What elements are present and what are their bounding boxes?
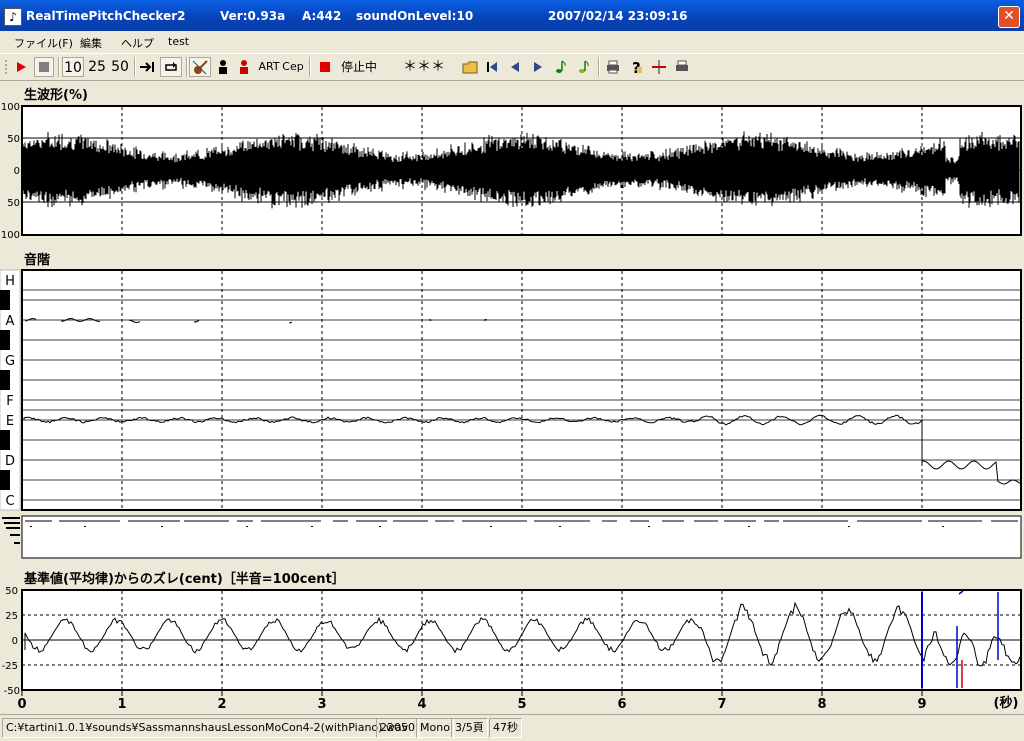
note-dot (942, 526, 944, 527)
dev-tick-50: 50 (5, 586, 18, 597)
note-dot (748, 526, 750, 527)
wave-tick-100-bottom: 100 (1, 230, 20, 241)
time-tick-label: 8 (817, 697, 826, 712)
dev-tick-25: 25 (5, 611, 18, 622)
note-dot (379, 526, 381, 527)
note-label-a: A (6, 314, 15, 329)
time-tick-label: 5 (517, 697, 526, 712)
wave-tick-100-top: 100 (1, 102, 20, 113)
dev-tick-minus-50: -50 (4, 686, 20, 697)
status-channels: Mono (416, 718, 454, 738)
time-tick-label: 4 (417, 697, 426, 712)
note-dot (559, 526, 561, 527)
waveform-y-axis: 100 50 0 50 100 (1, 102, 20, 241)
time-tick-label: 6 (617, 697, 626, 712)
dev-tick-0: 0 (12, 636, 18, 647)
plot-area: 100 50 0 50 100 H A G F E D C 50 25 0 -2… (0, 102, 1022, 712)
time-axis-unit: (秒) (994, 695, 1019, 711)
status-bar: C:¥tartini1.0.1¥sounds¥SassmannshausLess… (0, 714, 1024, 741)
note-dot (848, 526, 850, 527)
time-tick-label: 2 (217, 697, 226, 712)
note-strip-panel[interactable] (21, 515, 1022, 559)
time-axis: 0 1 2 3 4 5 6 7 8 9 (17, 690, 927, 712)
note-label-g: G (5, 354, 15, 369)
dev-tick-minus-25: -25 (2, 661, 18, 672)
scale-panel[interactable] (21, 269, 1022, 511)
time-tick-label: 0 (17, 697, 26, 712)
status-sample-rate: 22050 (376, 718, 419, 738)
note-dot (161, 526, 163, 527)
wave-tick-50-top: 50 (7, 134, 20, 145)
note-dot (246, 526, 248, 527)
time-tick-label: 9 (917, 697, 926, 712)
note-dot (84, 526, 86, 527)
piano-keys: H A G F E D C (0, 269, 21, 511)
status-page: 3/5頁 (451, 718, 488, 738)
note-dot (311, 526, 313, 527)
note-strip-key (2, 517, 20, 544)
deviation-y-axis: 50 25 0 -25 -50 (2, 586, 20, 697)
note-label-h: H (5, 274, 15, 289)
time-tick-label: 1 (117, 697, 126, 712)
wave-tick-0: 0 (14, 166, 20, 177)
note-label-c: C (5, 494, 14, 509)
note-dot (648, 526, 650, 527)
time-tick-label: 3 (317, 697, 326, 712)
status-file-path: C:¥tartini1.0.1¥sounds¥SassmannshausLess… (2, 718, 413, 738)
note-label-d: D (5, 454, 15, 469)
status-duration: 47秒 (489, 718, 522, 738)
note-dot (30, 526, 32, 527)
time-tick-label: 7 (717, 697, 726, 712)
note-dot (490, 526, 492, 527)
wave-tick-50-bottom: 50 (7, 198, 20, 209)
note-label-f: F (6, 394, 13, 409)
note-label-e: E (6, 414, 14, 429)
